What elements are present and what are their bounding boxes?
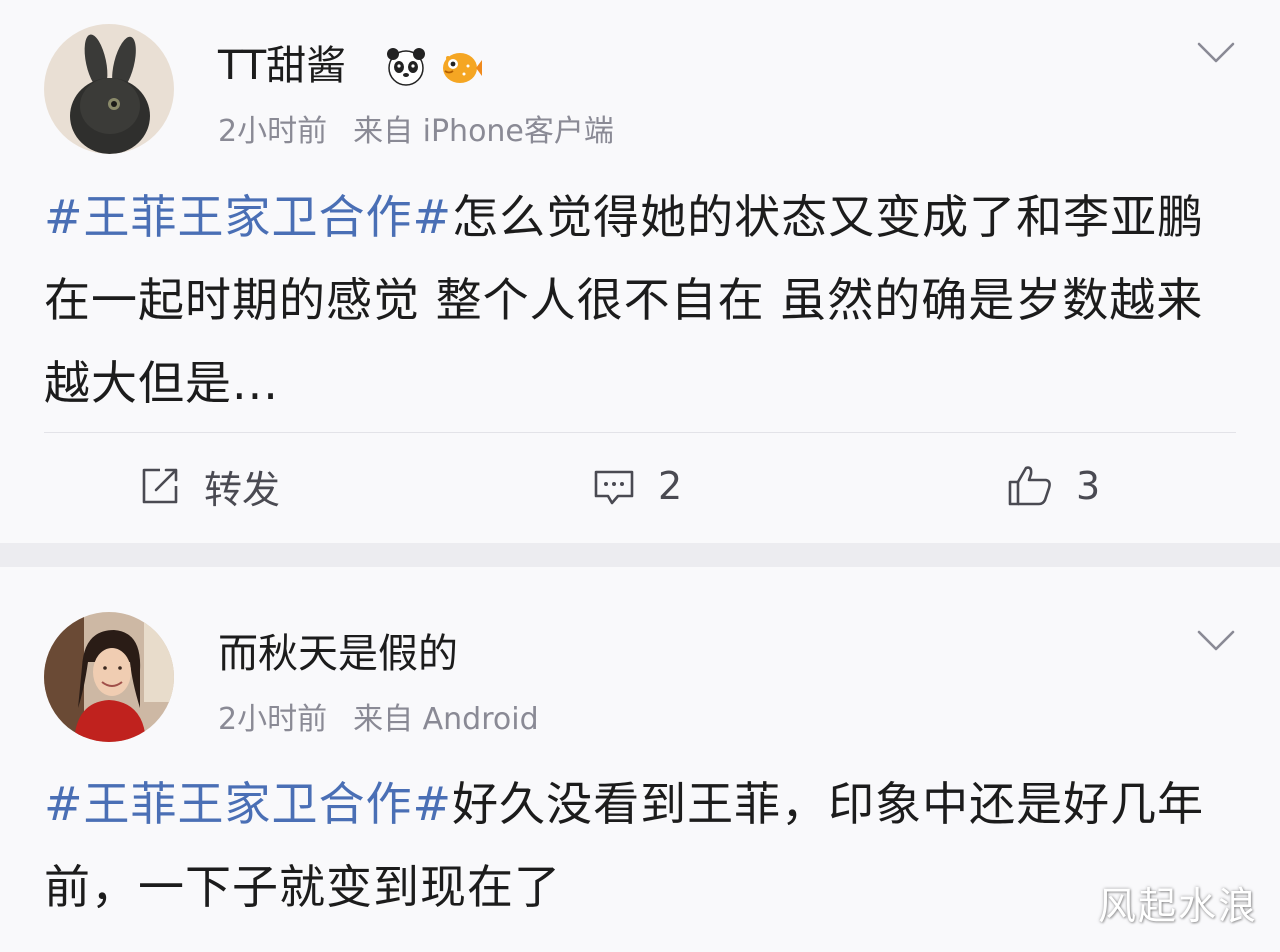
chevron-down-icon xyxy=(1197,42,1235,63)
repost-label: 转发 xyxy=(204,467,281,512)
post-hashtag[interactable]: #王菲王家卫合作# xyxy=(44,777,452,831)
woman-avatar-image xyxy=(44,612,174,742)
comment-button[interactable]: 2 xyxy=(592,458,682,514)
panda-emoji-icon xyxy=(384,44,428,88)
thumbs-up-icon xyxy=(1008,466,1051,506)
repost-button[interactable]: 转发 xyxy=(138,458,280,514)
share-edit-icon xyxy=(142,468,178,504)
weibo-feed: TT甜酱 2小时前 来自 iPhone客户端 #王菲王家卫合作#怎么觉得她的状态… xyxy=(0,0,1280,952)
watermark-text: 风起水浪 xyxy=(1097,884,1258,928)
post-meta: 2小时前 来自 Android xyxy=(218,702,539,738)
post-username[interactable]: TT甜酱 xyxy=(218,42,346,90)
comment-count: 2 xyxy=(658,464,683,508)
comment-bubble-icon xyxy=(594,470,634,505)
rabbit-avatar-image xyxy=(44,24,174,154)
post-body: #王菲王家卫合作#怎么觉得她的状态又变成了和李亚鹏在一起时期的感觉 整个人很不自… xyxy=(44,176,1244,425)
post-username[interactable]: 而秋天是假的 xyxy=(218,630,458,678)
like-count: 3 xyxy=(1076,464,1101,508)
user-avatar-woman[interactable] xyxy=(44,612,174,742)
post-more-button[interactable] xyxy=(1196,628,1236,654)
post-time: 2小时前 xyxy=(218,702,328,737)
chevron-down-icon xyxy=(1197,630,1235,651)
post-source: 来自 iPhone客户端 xyxy=(353,114,614,149)
post-more-button[interactable] xyxy=(1196,40,1236,66)
post-source: 来自 Android xyxy=(353,702,539,737)
user-avatar-rabbit[interactable] xyxy=(44,24,174,154)
post-time: 2小时前 xyxy=(218,114,328,149)
post-hashtag[interactable]: #王菲王家卫合作# xyxy=(44,190,452,244)
action-divider xyxy=(44,432,1236,433)
pufferfish-emoji-icon xyxy=(438,44,482,88)
post-meta: 2小时前 来自 iPhone客户端 xyxy=(218,114,614,150)
post-body: #王菲王家卫合作#好久没看到王菲，印象中还是好几年前，一下子就变到现在了 xyxy=(44,763,1244,929)
like-button[interactable]: 3 xyxy=(1006,458,1100,514)
